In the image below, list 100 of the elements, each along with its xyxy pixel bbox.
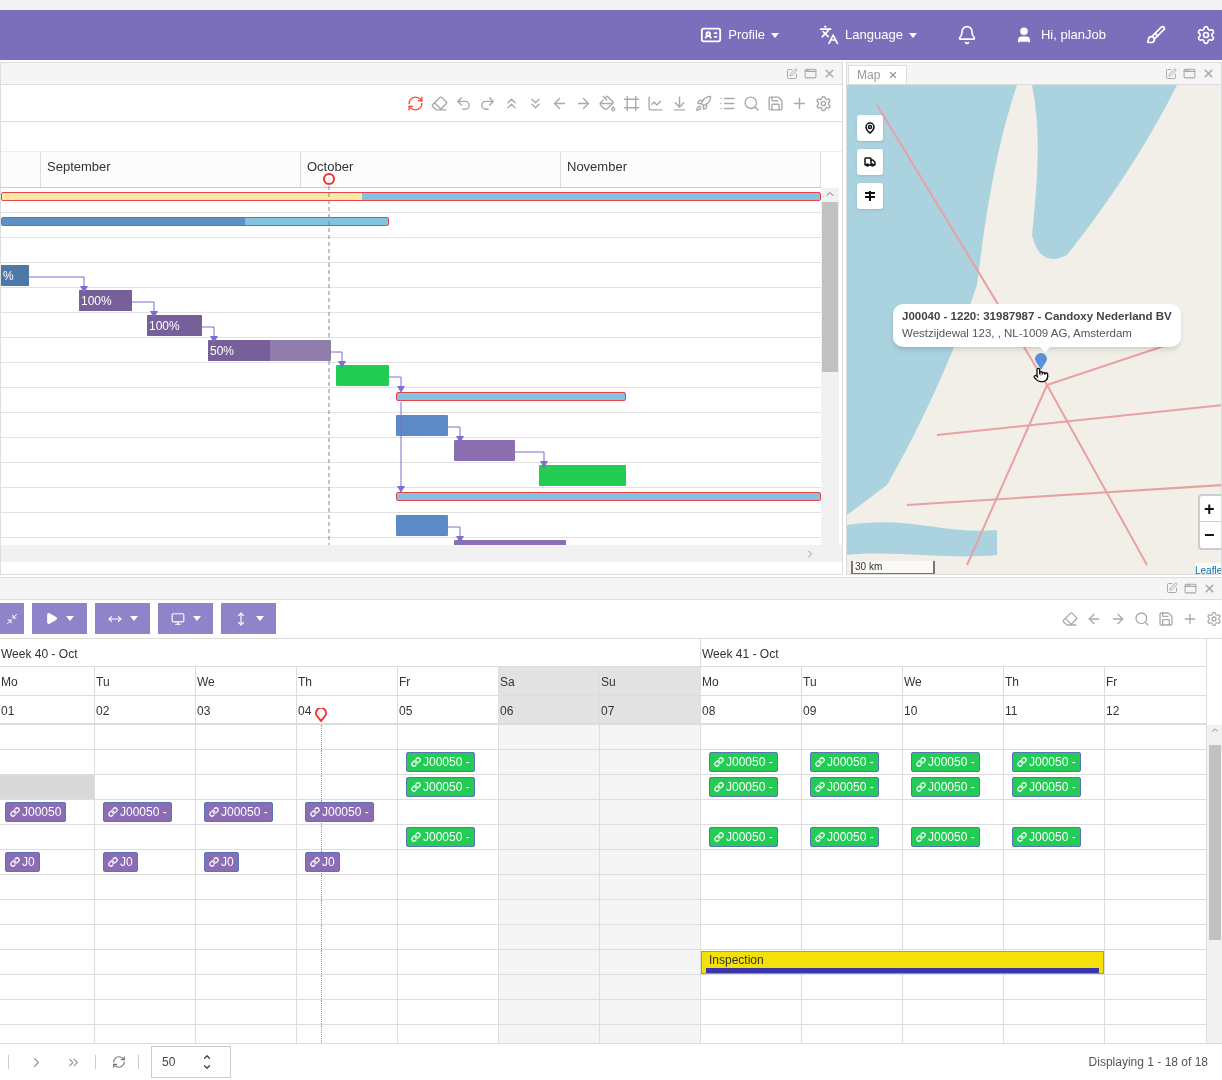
popup-title: J00040 - 1220: 31987987 - Candoxy Nederland BV	[902, 309, 1172, 324]
zoom-out-button[interactable]: −	[1200, 522, 1221, 548]
eraser-icon[interactable]	[431, 94, 448, 112]
menu-dropdown[interactable]: Language	[819, 25, 917, 45]
zoom-in-button[interactable]: +	[1200, 496, 1221, 522]
day-number: 04	[298, 702, 312, 720]
location-button[interactable]	[857, 115, 883, 141]
day-number: 05	[399, 702, 413, 720]
dropdown-button[interactable]	[158, 603, 213, 635]
link-icon	[310, 856, 320, 867]
month-label: November	[561, 152, 821, 187]
map-tab[interactable]: Map	[848, 65, 908, 84]
job-event[interactable]: J0	[103, 851, 138, 872]
close-icon[interactable]	[888, 70, 899, 80]
vertical-scrollbar[interactable]	[1207, 724, 1222, 1044]
day-name: Fr	[1105, 666, 1207, 695]
scrollbar-thumb[interactable]	[822, 202, 838, 372]
link-icon	[815, 781, 825, 792]
summary-bar[interactable]	[1, 192, 821, 201]
summary-bar[interactable]	[396, 492, 821, 501]
day-name: We	[196, 666, 297, 695]
tab-label: Map	[857, 67, 881, 84]
maximize-icon[interactable]	[1184, 581, 1197, 595]
menu-dropdown[interactable]: Profile	[700, 24, 780, 46]
paint-bucket-icon[interactable]	[599, 94, 616, 112]
truck-icon	[864, 156, 876, 168]
dependency-arrow	[448, 426, 464, 443]
settings-icon[interactable]	[1206, 610, 1222, 627]
inspection-event[interactable]: Inspection	[701, 950, 1104, 974]
vehicle-button[interactable]	[857, 149, 883, 175]
job-event[interactable]: J00050 -	[103, 801, 172, 822]
dropdown-button[interactable]	[221, 603, 276, 635]
day-number: 03	[197, 702, 211, 720]
day-number: 06	[500, 702, 514, 720]
day-number: 10	[904, 702, 918, 720]
settings-icon[interactable]	[815, 94, 832, 112]
dependency-arrow	[331, 351, 346, 368]
day-name: Mo	[0, 666, 95, 695]
save-icon[interactable]	[767, 94, 784, 112]
link-icon	[411, 831, 421, 842]
brush-icon[interactable]	[1146, 25, 1166, 45]
refresh-icon[interactable]	[112, 1055, 126, 1070]
link-icon	[815, 756, 825, 767]
edit-icon[interactable]	[1166, 582, 1178, 595]
undo-icon[interactable]	[455, 94, 472, 112]
task-percent: 100%	[80, 292, 112, 310]
link-icon	[1017, 756, 1027, 767]
job-event[interactable]: J0	[305, 851, 340, 872]
redo-icon[interactable]	[479, 94, 496, 112]
user-menu[interactable]: Hi, planJob	[1014, 25, 1106, 45]
caret-icon	[129, 616, 138, 622]
play-dropdown-button[interactable]	[32, 603, 87, 635]
route-button[interactable]	[857, 183, 883, 209]
close-icon[interactable]	[1203, 581, 1216, 595]
search-icon[interactable]	[743, 94, 760, 112]
job-event[interactable]: J0	[5, 851, 40, 872]
day-number: 12	[1106, 702, 1120, 720]
pagination-summary: Displaying 1 - 18 of 18	[1088, 1054, 1209, 1072]
summary-bar[interactable]	[1, 217, 389, 226]
job-event[interactable]: J00050 -	[204, 801, 273, 822]
translate-icon	[819, 25, 840, 45]
task-percent: 100%	[148, 317, 180, 335]
horizontal-scrollbar[interactable]	[1, 545, 842, 562]
task-bar[interactable]: %	[1, 265, 29, 286]
save-icon[interactable]	[1158, 610, 1174, 627]
rocket-icon[interactable]	[695, 94, 712, 112]
monitor-icon	[170, 611, 185, 626]
summary-bar[interactable]	[396, 392, 626, 401]
day-name: Mo	[701, 666, 802, 695]
task-bar[interactable]: 100%	[147, 315, 202, 336]
notification-icon[interactable]	[956, 25, 977, 45]
dropdown-button[interactable]	[95, 603, 150, 635]
pin-icon	[864, 122, 876, 134]
line-chart-icon[interactable]	[647, 94, 664, 112]
job-event[interactable]: J00050	[5, 801, 67, 822]
link-icon	[209, 856, 219, 867]
caret-icon	[908, 32, 917, 38]
vertical-scrollbar[interactable]	[821, 188, 839, 545]
frame-icon[interactable]	[623, 94, 640, 112]
maximize-icon[interactable]	[804, 67, 817, 80]
edit-icon[interactable]	[786, 67, 798, 80]
eraser-icon[interactable]	[1062, 610, 1078, 627]
close-icon[interactable]	[823, 67, 836, 80]
job-event[interactable]: J00050 -	[305, 801, 374, 822]
popup-address: Westzijdewal 123, , NL-1009 AG, Amsterdam	[902, 326, 1133, 342]
scrollbar-thumb[interactable]	[1208, 744, 1221, 940]
search-icon[interactable]	[1134, 610, 1150, 627]
day-number: 08	[702, 702, 716, 720]
close-icon[interactable]	[1202, 67, 1215, 80]
collapse-button[interactable]	[0, 603, 24, 635]
arrow-down-to-line-icon[interactable]	[671, 94, 688, 112]
link-icon	[411, 756, 421, 767]
task-bar[interactable]: 100%	[79, 290, 132, 311]
maximize-icon[interactable]	[1183, 67, 1196, 80]
edit-icon[interactable]	[1165, 67, 1177, 80]
job-event[interactable]: J0	[204, 851, 239, 872]
refresh-icon[interactable]	[407, 94, 424, 112]
day-name: Tu	[802, 666, 903, 695]
page-size-field[interactable]: 50	[151, 1046, 231, 1079]
task-bar[interactable]: 50%	[208, 340, 331, 361]
